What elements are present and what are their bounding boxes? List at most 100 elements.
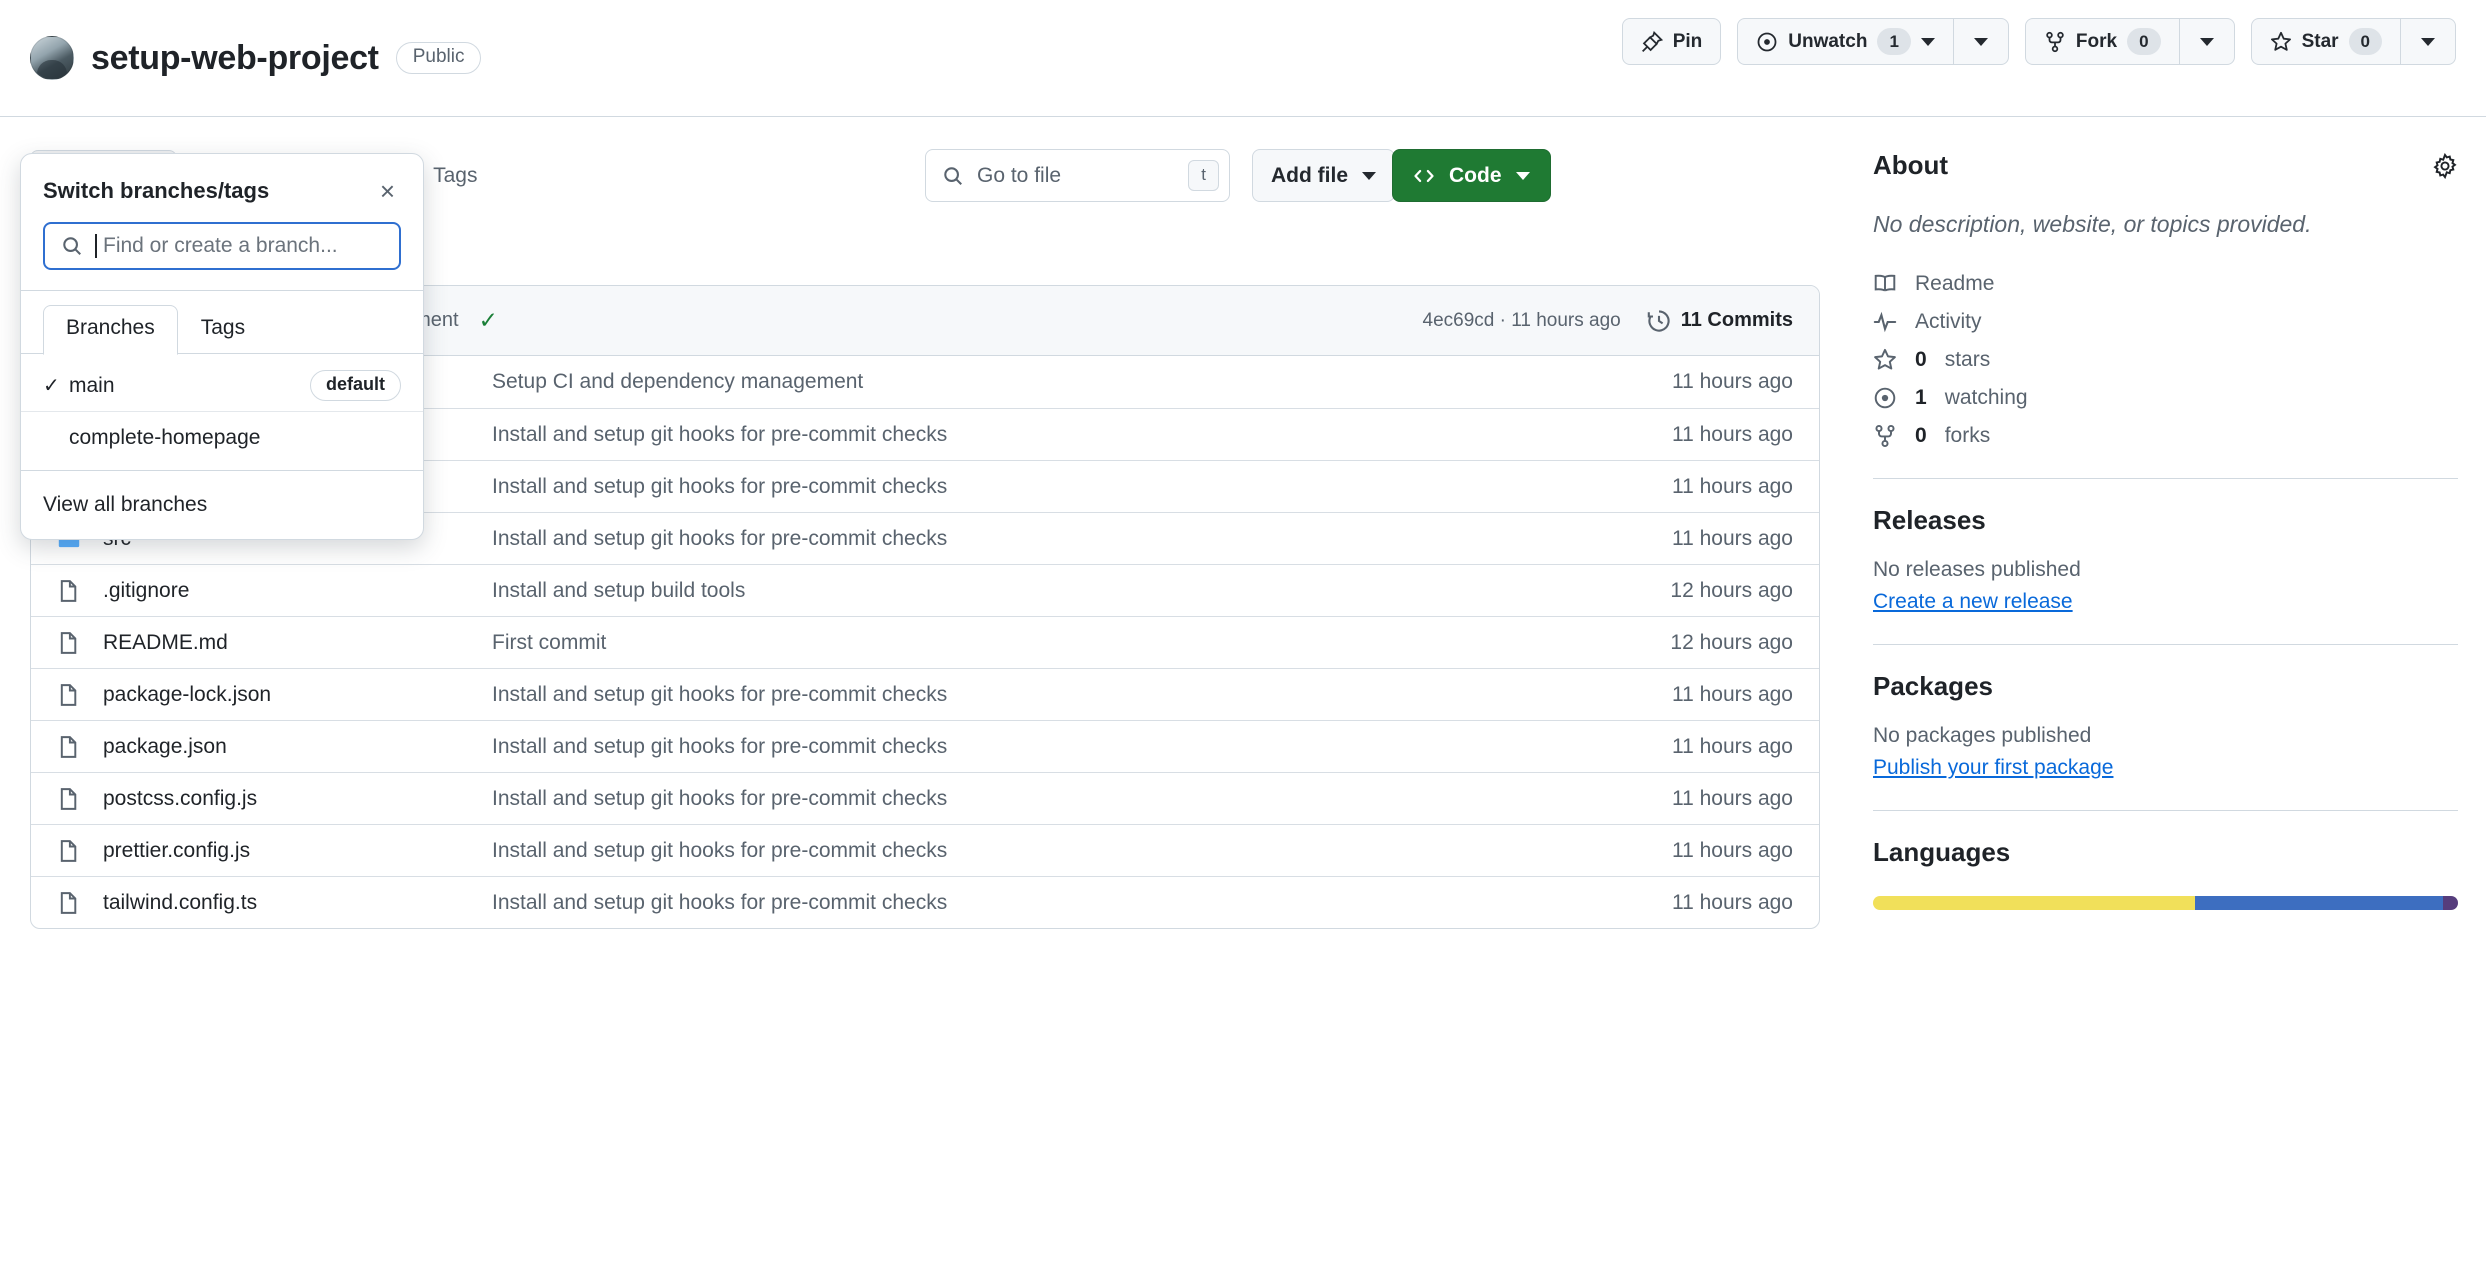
- about-link-label: watching: [1945, 386, 2028, 410]
- file-name-link[interactable]: README.md: [103, 631, 228, 655]
- file-icon: [57, 735, 81, 759]
- language-segment[interactable]: [1873, 896, 2195, 910]
- sidebar: About No description, website, or topics…: [1873, 150, 2458, 910]
- file-commit-message[interactable]: Install and setup git hooks for pre-comm…: [492, 423, 1563, 447]
- gear-icon[interactable]: [2432, 153, 2458, 179]
- about-link-activity[interactable]: Activity: [1873, 310, 2458, 334]
- table-row[interactable]: tailwind.config.ts Install and setup git …: [31, 876, 1819, 928]
- file-commit-message[interactable]: Install and setup git hooks for pre-comm…: [492, 839, 1563, 863]
- file-commit-message[interactable]: Install and setup git hooks for pre-comm…: [492, 475, 1563, 499]
- file-commit-message[interactable]: Install and setup git hooks for pre-comm…: [492, 735, 1563, 759]
- commits-count-link[interactable]: 11 Commits: [1647, 309, 1793, 333]
- file-commit-message[interactable]: Install and setup git hooks for pre-comm…: [492, 787, 1563, 811]
- star-button[interactable]: Star 0: [2251, 18, 2400, 65]
- owner-avatar[interactable]: [30, 36, 74, 80]
- file-commit-message[interactable]: Setup CI and dependency management: [492, 370, 1563, 394]
- divider: [1873, 644, 2458, 645]
- languages-title: Languages: [1873, 837, 2458, 868]
- publish-package-link[interactable]: Publish your first package: [1873, 756, 2113, 780]
- tab-tags[interactable]: Tags: [178, 305, 268, 354]
- file-name-link[interactable]: tailwind.config.ts: [103, 891, 257, 915]
- about-link-readme[interactable]: Readme: [1873, 272, 2458, 296]
- checks-passed-icon[interactable]: ✓: [479, 307, 498, 334]
- watch-dropdown-button[interactable]: [1953, 18, 2009, 65]
- about-link-watching[interactable]: 1 watching: [1873, 386, 2458, 410]
- unwatch-button[interactable]: Unwatch 1: [1737, 18, 1953, 65]
- about-link-label: forks: [1945, 424, 1991, 448]
- star-count: 0: [2349, 28, 2382, 56]
- dropdown-search-row: Find or create a branch...: [21, 206, 423, 291]
- file-name-link[interactable]: postcss.config.js: [103, 787, 257, 811]
- page-title[interactable]: setup-web-project: [91, 39, 379, 78]
- pin-button[interactable]: Pin: [1622, 18, 1722, 65]
- fork-label: Fork: [2076, 31, 2117, 53]
- branch-item-label: main: [69, 374, 310, 398]
- file-commit-message[interactable]: Install and setup git hooks for pre-comm…: [492, 683, 1563, 707]
- fork-dropdown-button[interactable]: [2179, 18, 2235, 65]
- releases-section: Releases No releases published Create a …: [1873, 505, 2458, 614]
- pin-icon: [1641, 31, 1663, 53]
- add-file-button[interactable]: Add file: [1252, 149, 1395, 202]
- code-button[interactable]: Code: [1392, 149, 1551, 202]
- file-name-cell: package-lock.json: [57, 683, 492, 707]
- close-icon[interactable]: ×: [374, 176, 401, 206]
- file-commit-time: 11 hours ago: [1563, 370, 1793, 394]
- table-row[interactable]: README.md First commit12 hours ago: [31, 616, 1819, 668]
- about-title: About: [1873, 150, 1948, 181]
- packages-empty-text: No packages published: [1873, 724, 2458, 748]
- go-to-file-input[interactable]: Go to file t: [925, 149, 1230, 202]
- file-commit-message[interactable]: First commit: [492, 631, 1563, 655]
- branch-search-placeholder: Find or create a branch...: [103, 234, 338, 258]
- star-dropdown-button[interactable]: [2400, 18, 2456, 65]
- about-link-forks[interactable]: 0 forks: [1873, 424, 2458, 448]
- table-row[interactable]: package-lock.json Install and setup git h…: [31, 668, 1819, 720]
- file-commit-time: 12 hours ago: [1563, 579, 1793, 603]
- file-icon: [57, 891, 81, 915]
- language-segment[interactable]: [2443, 896, 2458, 910]
- releases-empty-text: No releases published: [1873, 558, 2458, 582]
- branch-search-input[interactable]: Find or create a branch...: [43, 222, 401, 270]
- file-commit-time: 11 hours ago: [1563, 683, 1793, 707]
- file-name-cell: postcss.config.js: [57, 787, 492, 811]
- about-link-count: 0: [1915, 424, 1927, 448]
- about-link-count: 0: [1915, 348, 1927, 372]
- about-link-count: 1: [1915, 386, 1927, 410]
- tab-branches[interactable]: Branches: [43, 305, 178, 355]
- file-name-link[interactable]: package-lock.json: [103, 683, 271, 707]
- about-link-label: stars: [1945, 348, 1991, 372]
- star-button-group: Star 0: [2251, 18, 2456, 65]
- file-name-link[interactable]: prettier.config.js: [103, 839, 250, 863]
- table-row[interactable]: package.json Install and setup git hooks …: [31, 720, 1819, 772]
- file-name-cell: prettier.config.js: [57, 839, 492, 863]
- packages-title: Packages: [1873, 671, 2458, 702]
- file-commit-message[interactable]: Install and setup git hooks for pre-comm…: [492, 891, 1563, 915]
- file-commit-message[interactable]: Install and setup build tools: [492, 579, 1563, 603]
- file-commit-time: 11 hours ago: [1563, 735, 1793, 759]
- create-release-link[interactable]: Create a new release: [1873, 590, 2073, 614]
- table-row[interactable]: .gitignore Install and setup build tools1…: [31, 564, 1819, 616]
- branch-list-item[interactable]: ✓maindefault: [21, 360, 423, 412]
- eye-icon: [1756, 31, 1778, 53]
- table-row[interactable]: prettier.config.js Install and setup git …: [31, 824, 1819, 876]
- file-name-link[interactable]: package.json: [103, 735, 227, 759]
- branch-list-item[interactable]: complete-homepage: [21, 412, 423, 464]
- repository-header: setup-web-project Public Pin: [0, 0, 2486, 117]
- pulse-icon: [1873, 310, 1897, 334]
- code-label: Code: [1449, 164, 1502, 188]
- file-commit-time: 11 hours ago: [1563, 423, 1793, 447]
- chevron-down-icon: [1974, 38, 1988, 46]
- file-commit-time: 12 hours ago: [1563, 631, 1793, 655]
- repository-title-group: setup-web-project Public: [30, 36, 481, 80]
- code-icon: [1413, 165, 1435, 187]
- file-name-link[interactable]: .gitignore: [103, 579, 189, 603]
- commit-sha-and-time[interactable]: 4ec69cd · 11 hours ago: [1423, 310, 1621, 332]
- view-all-branches-link[interactable]: View all branches: [21, 470, 423, 539]
- chevron-down-icon: [1362, 172, 1376, 180]
- about-link-stars[interactable]: 0 stars: [1873, 348, 2458, 372]
- language-segment[interactable]: [2195, 896, 2444, 910]
- search-shortcut-key: t: [1188, 160, 1219, 190]
- fork-button[interactable]: Fork 0: [2025, 18, 2179, 65]
- file-commit-message[interactable]: Install and setup git hooks for pre-comm…: [492, 527, 1563, 551]
- file-icon: [57, 839, 81, 863]
- table-row[interactable]: postcss.config.js Install and setup git h…: [31, 772, 1819, 824]
